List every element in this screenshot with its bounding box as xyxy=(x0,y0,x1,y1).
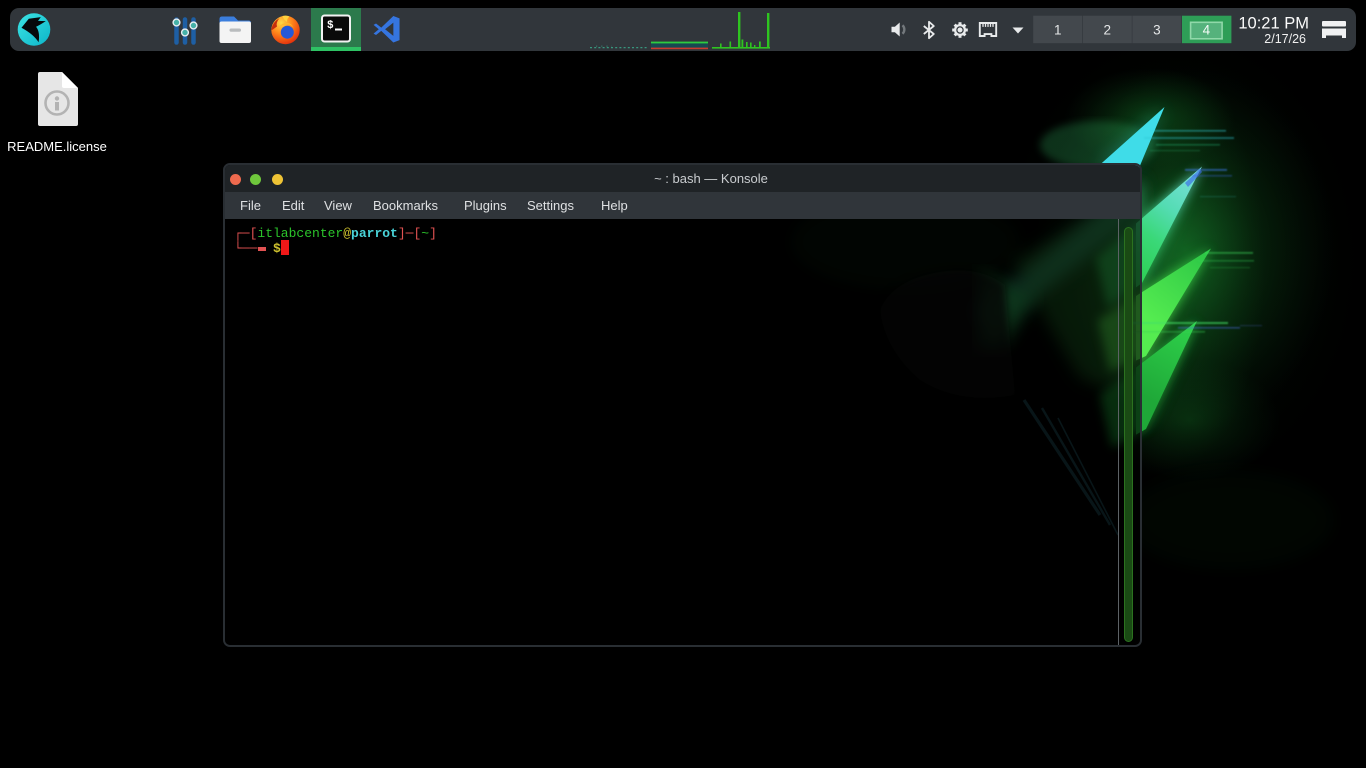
svg-text:4: 4 xyxy=(1203,23,1211,38)
svg-text:10:21 PM: 10:21 PM xyxy=(1238,15,1309,33)
svg-text:$: $ xyxy=(327,20,334,32)
svg-text:2/17/26: 2/17/26 xyxy=(1264,32,1306,46)
svg-text:2: 2 xyxy=(1104,23,1112,38)
svg-text:1: 1 xyxy=(1054,23,1062,38)
svg-text:3: 3 xyxy=(1153,23,1161,38)
